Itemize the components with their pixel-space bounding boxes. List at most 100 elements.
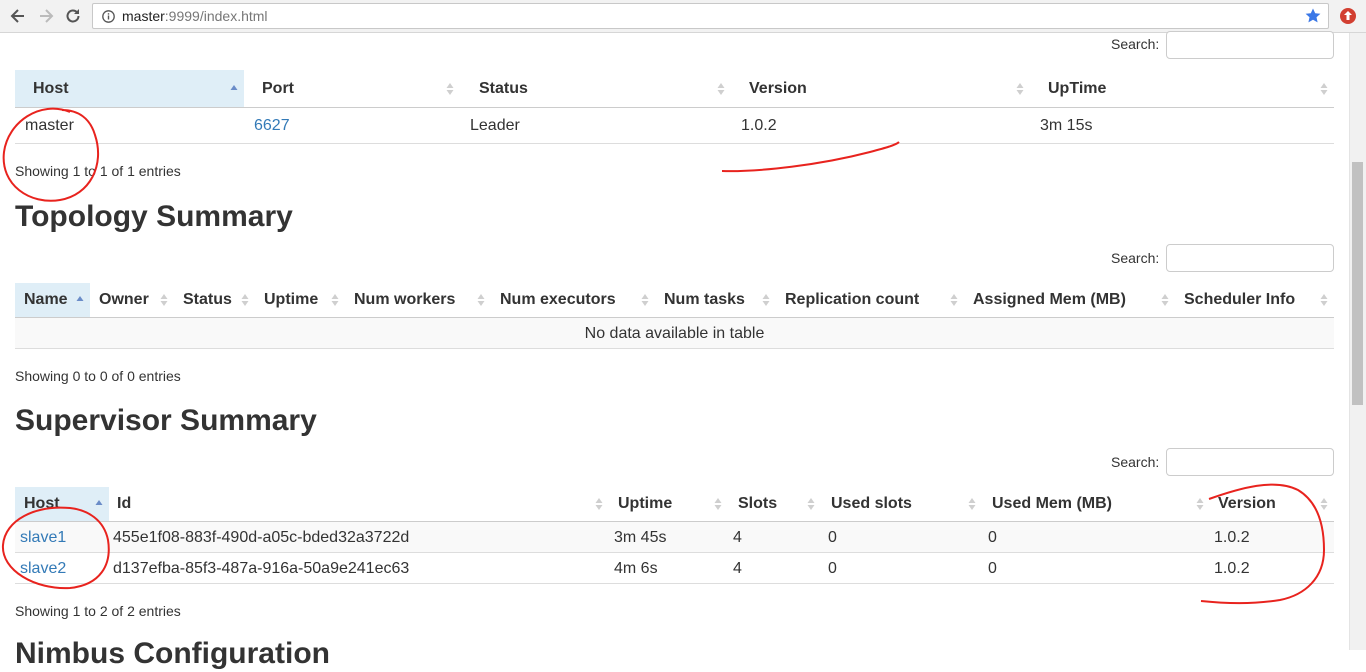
address-bar[interactable]: master:9999/index.html [92, 3, 1329, 29]
nimbus-host-cell: master [25, 117, 74, 134]
supervisor-table-info: Showing 1 to 2 of 2 entries [15, 603, 181, 619]
browser-toolbar: master:9999/index.html [0, 0, 1366, 33]
topology-col-assigned-mem[interactable]: Assigned Mem (MB) [964, 283, 1175, 317]
nimbus-search-input[interactable] [1166, 31, 1334, 59]
supervisor-col-slots-label: Slots [738, 495, 778, 512]
topology-col-status-label: Status [183, 291, 232, 308]
url-host: master [122, 8, 165, 24]
extension-icon[interactable] [1339, 7, 1357, 30]
supervisor-col-uptime-label: Uptime [618, 495, 673, 512]
sort-asc-icon [76, 296, 84, 301]
topology-col-owner[interactable]: Owner [90, 283, 174, 317]
supervisor-table-header: Host Id Uptime Slots Used slots Used Mem… [15, 487, 1334, 522]
topology-col-status[interactable]: Status [174, 283, 255, 317]
nimbus-status-cell: Leader [470, 117, 520, 134]
forward-arrow-icon[interactable] [36, 6, 56, 26]
topology-col-num-executors[interactable]: Num executors [491, 283, 655, 317]
sort-both-icon [331, 294, 339, 306]
sort-asc-icon [230, 85, 238, 90]
bookmark-star-icon[interactable] [1304, 7, 1322, 30]
topology-col-scheduler-info[interactable]: Scheduler Info [1175, 283, 1334, 317]
supervisor-col-host-label: Host [24, 495, 60, 512]
topology-search-input[interactable] [1166, 244, 1334, 272]
supervisor-col-id[interactable]: Id [109, 487, 609, 521]
supervisor-version-cell: 1.0.2 [1214, 560, 1250, 577]
supervisor-col-used-slots[interactable]: Used slots [821, 487, 982, 521]
supervisor-col-version-label: Version [1218, 495, 1276, 512]
topology-col-name-label: Name [24, 291, 68, 308]
sort-both-icon [717, 83, 725, 95]
sort-both-icon [807, 498, 815, 510]
nimbus-search-label: Search: [1111, 36, 1160, 52]
topology-col-num-tasks-label: Num tasks [664, 291, 745, 308]
sort-both-icon [1320, 83, 1328, 95]
sort-asc-icon [95, 500, 103, 505]
sort-both-icon [160, 294, 168, 306]
sort-both-icon [446, 83, 454, 95]
topology-table-header: Name Owner Status Uptime Num workers Num… [15, 283, 1334, 318]
topology-col-uptime[interactable]: Uptime [255, 283, 345, 317]
nimbus-col-port-label: Port [262, 80, 294, 97]
supervisor-section-title: Supervisor Summary [15, 404, 317, 437]
topology-col-assigned-mem-label: Assigned Mem (MB) [973, 291, 1126, 308]
supervisor-search-label: Search: [1111, 454, 1160, 470]
topology-col-name[interactable]: Name [15, 283, 90, 317]
topology-search-label: Search: [1111, 250, 1160, 266]
supervisor-id-cell: d137efba-85f3-487a-916a-50a9e241ec63 [113, 560, 410, 577]
supervisor-version-cell: 1.0.2 [1214, 529, 1250, 546]
supervisor-col-used-mem-label: Used Mem (MB) [992, 495, 1113, 512]
reload-icon[interactable] [63, 6, 83, 26]
supervisor-col-slots[interactable]: Slots [728, 487, 821, 521]
nimbus-col-version-label: Version [749, 80, 807, 97]
supervisor-used-slots-cell: 0 [828, 560, 837, 577]
annotation-underline-version [721, 141, 900, 173]
topology-col-num-workers-label: Num workers [354, 291, 456, 308]
sort-both-icon [595, 498, 603, 510]
topology-col-num-executors-label: Num executors [500, 291, 616, 308]
nimbus-port-link[interactable]: 6627 [254, 110, 290, 142]
nimbus-col-host[interactable]: Host [15, 70, 244, 107]
supervisor-uptime-cell: 4m 6s [614, 560, 658, 577]
vertical-scrollbar[interactable] [1349, 33, 1366, 650]
url-path: :9999/index.html [164, 8, 268, 24]
topology-col-replication-count[interactable]: Replication count [776, 283, 964, 317]
sort-both-icon [950, 294, 958, 306]
nimbus-col-uptime[interactable]: UpTime [1031, 70, 1334, 107]
info-icon[interactable] [102, 10, 115, 28]
supervisor-col-used-mem[interactable]: Used Mem (MB) [982, 487, 1204, 521]
nimbus-table-info: Showing 1 to 1 of 1 entries [15, 163, 181, 179]
nimbus-table-header: Host Port Status Version UpTime [15, 70, 1334, 108]
topology-section-title: Topology Summary [15, 200, 293, 233]
sort-both-icon [1016, 83, 1024, 95]
topology-col-num-tasks[interactable]: Num tasks [655, 283, 776, 317]
sort-both-icon [477, 294, 485, 306]
topology-col-num-workers[interactable]: Num workers [345, 283, 491, 317]
sort-both-icon [762, 294, 770, 306]
nimbus-col-version[interactable]: Version [731, 70, 1031, 107]
supervisor-host-link[interactable]: slave1 [20, 522, 66, 553]
supervisor-col-uptime[interactable]: Uptime [609, 487, 728, 521]
supervisor-uptime-cell: 3m 45s [614, 529, 667, 546]
supervisor-host-link[interactable]: slave2 [20, 553, 66, 584]
supervisor-search-input[interactable] [1166, 448, 1334, 476]
sort-both-icon [968, 498, 976, 510]
topology-table-info: Showing 0 to 0 of 0 entries [15, 368, 181, 384]
sort-both-icon [1320, 498, 1328, 510]
supervisor-col-host[interactable]: Host [15, 487, 109, 521]
nimbus-col-status-label: Status [479, 80, 528, 97]
topology-col-scheduler-info-label: Scheduler Info [1184, 291, 1296, 308]
back-arrow-icon[interactable] [8, 6, 28, 26]
supervisor-used-mem-cell: 0 [988, 560, 997, 577]
scrollbar-thumb[interactable] [1352, 162, 1363, 405]
supervisor-slots-cell: 4 [733, 529, 742, 546]
sort-both-icon [241, 294, 249, 306]
supervisor-slots-cell: 4 [733, 560, 742, 577]
nimbus-col-port[interactable]: Port [244, 70, 461, 107]
nimbus-uptime-cell: 3m 15s [1040, 117, 1093, 134]
nimbus-col-status[interactable]: Status [461, 70, 731, 107]
url-text: master:9999/index.html [122, 8, 268, 24]
topology-col-uptime-label: Uptime [264, 291, 319, 308]
nimbus-col-uptime-label: UpTime [1048, 80, 1107, 97]
supervisor-col-version[interactable]: Version [1204, 487, 1334, 521]
nimbus-configuration-title: Nimbus Configuration [15, 637, 330, 670]
